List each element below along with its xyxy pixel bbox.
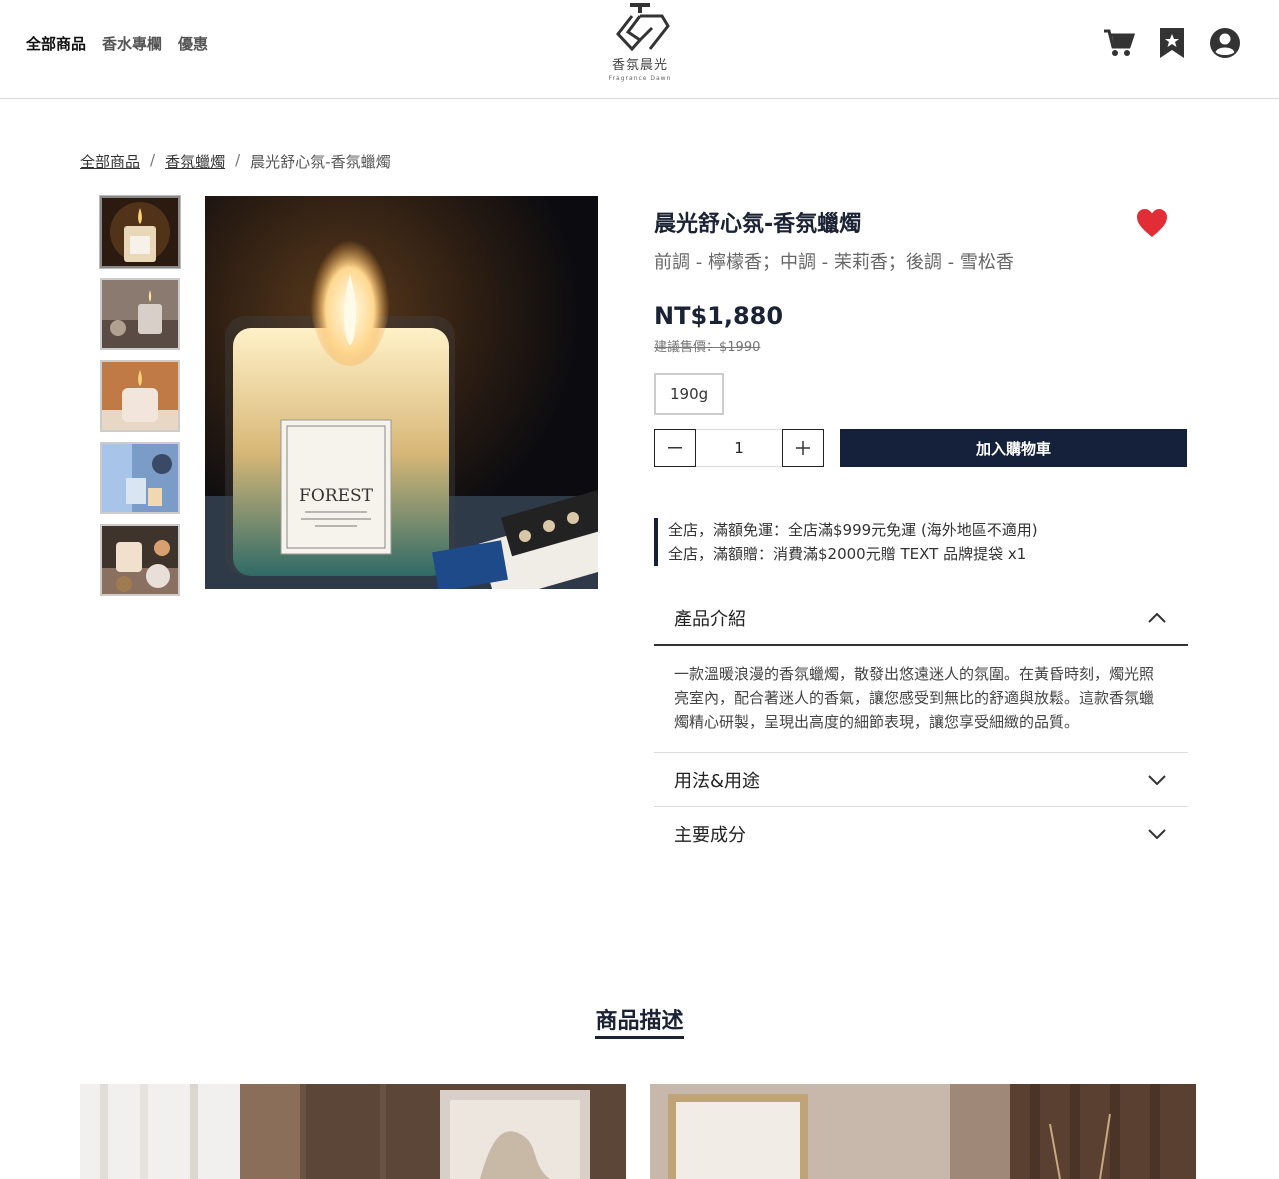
plus-icon — [796, 441, 810, 455]
header-actions — [1103, 27, 1241, 63]
accordion-label: 主要成分 — [674, 825, 746, 846]
accordion-header-ingredients[interactable]: 主要成分 — [654, 807, 1188, 861]
add-to-cart-button[interactable]: 加入購物車 — [840, 429, 1187, 467]
breadcrumb-candles[interactable]: 香氛蠟燭 — [165, 151, 225, 172]
main-nav: 全部商品 香水專欄 優惠 — [26, 33, 208, 54]
promo-gift: 全店，滿額贈：消費滿$2000元贈 TEXT 品牌提袋 x1 — [668, 545, 1027, 563]
breadcrumb-current: 晨光舒心氛-香氛蠟燭 — [250, 153, 391, 171]
chevron-up-icon — [1148, 613, 1166, 623]
candle-label-text: FOREST — [299, 486, 374, 506]
accordion-label: 用法&用途 — [674, 770, 761, 792]
breadcrumb-separator: / — [150, 151, 156, 169]
product-price: NT$1,880 — [654, 302, 784, 330]
favorite-heart-icon[interactable] — [1136, 208, 1168, 242]
original-price: 建議售價：$1990 — [654, 340, 761, 355]
accordion-body-introduction: 一款溫暖浪漫的香氛蠟燭，散發出悠遠迷人的氛圍。在黃昏時刻，燭光照亮室內，配合著迷… — [654, 646, 1188, 753]
quantity-increase-button[interactable] — [782, 429, 824, 467]
promo-free-shipping: 全店，滿額免運：全店滿$999元免運 (海外地區不適用) — [668, 521, 1038, 539]
minus-icon — [668, 447, 682, 449]
brand-name: 香氛晨光 — [611, 58, 668, 73]
breadcrumb-separator: / — [235, 151, 241, 169]
quantity-input[interactable]: 1 — [696, 429, 782, 467]
logo-mark-icon — [616, 3, 670, 52]
fragrance-notes: 前調 - 檸檬香；中調 - 茉莉香；後調 - 雪松香 — [654, 252, 1014, 273]
accordion-label: 產品介紹 — [674, 609, 746, 630]
product-title: 晨光舒心氛-香氛蠟燭 — [654, 212, 862, 237]
thumbnail-list — [100, 196, 180, 596]
description-image-1 — [80, 1084, 626, 1179]
variant-option-190g[interactable]: 190g — [654, 373, 725, 415]
accordion-header-introduction[interactable]: 產品介紹 — [654, 592, 1188, 646]
nav-perfume-column[interactable]: 香水專欄 — [102, 33, 162, 54]
brand-subtitle: Fragrance Dawn — [608, 75, 672, 82]
account-icon[interactable] — [1209, 27, 1241, 63]
quantity-decrease-button[interactable] — [654, 429, 696, 467]
chevron-down-icon — [1148, 829, 1166, 839]
thumbnail-4[interactable] — [100, 442, 180, 514]
description-section-title: 商品描述 — [0, 1003, 1279, 1039]
product-info: 晨光舒心氛-香氛蠟燭 前調 - 檸檬香；中調 - 茉莉香；後調 - 雪松香 NT… — [654, 206, 1188, 467]
brand-logo[interactable]: 香氛晨光 Fragrance Dawn — [604, 2, 676, 92]
nav-all-products[interactable]: 全部商品 — [26, 33, 86, 54]
description-title: 商品描述 — [595, 1009, 684, 1039]
promotions: 全店，滿額免運：全店滿$999元免運 (海外地區不適用) 全店，滿額贈：消費滿$… — [654, 518, 1038, 566]
purchase-row: 1 加入購物車 — [654, 429, 1188, 467]
accordion-header-usage[interactable]: 用法&用途 — [654, 753, 1188, 807]
thumbnail-2[interactable] — [100, 278, 180, 350]
product-accordion: 產品介紹 一款溫暖浪漫的香氛蠟燭，散發出悠遠迷人的氛圍。在黃昏時刻，燭光照亮室內… — [654, 592, 1188, 861]
bookmark-icon[interactable] — [1159, 27, 1185, 63]
cart-icon[interactable] — [1103, 28, 1136, 62]
description-image-2 — [650, 1084, 1196, 1179]
thumbnail-1[interactable] — [100, 196, 180, 268]
breadcrumb: 全部商品 / 香氛蠟燭 / 晨光舒心氛-香氛蠟燭 — [80, 151, 391, 172]
chevron-down-icon — [1148, 774, 1166, 785]
breadcrumb-all-products[interactable]: 全部商品 — [80, 151, 140, 172]
thumbnail-5[interactable] — [100, 524, 180, 596]
site-header: 全部商品 香水專欄 優惠 香氛晨光 Fragrance Dawn — [0, 0, 1279, 99]
thumbnail-3[interactable] — [100, 360, 180, 432]
nav-offers[interactable]: 優惠 — [178, 33, 208, 54]
main-product-image: FOREST — [205, 196, 598, 589]
